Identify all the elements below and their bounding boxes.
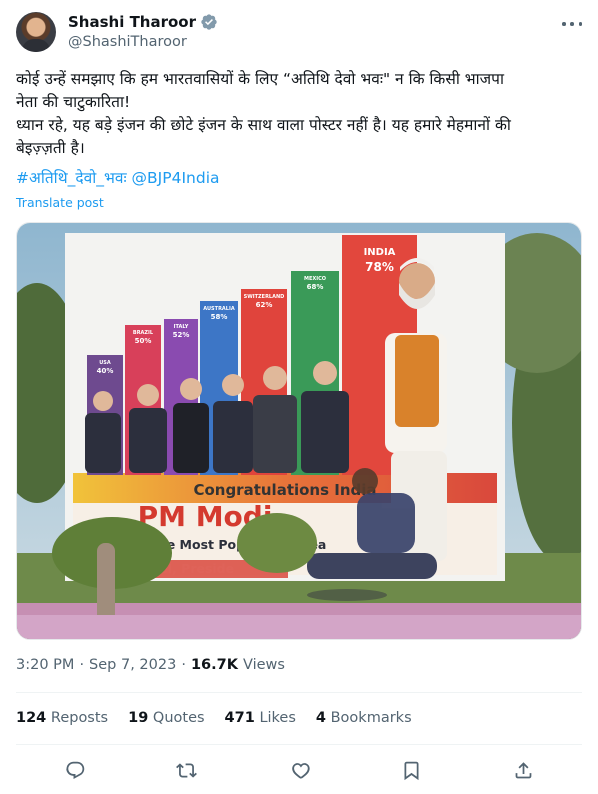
views-label: Views xyxy=(242,657,285,673)
verified-badge-icon xyxy=(201,14,217,30)
poster-bar-country-label: AUSTRALIA xyxy=(203,306,235,312)
views-count: 16.7K xyxy=(190,657,238,673)
tweet-date[interactable]: Sep 7, 2023 xyxy=(89,657,176,673)
poster-bar-country-label: MEXICO xyxy=(304,276,326,282)
reply-icon[interactable] xyxy=(62,757,88,783)
tweet-text: कोई उन्हें समझाए कि हम भारतवासियों के लि… xyxy=(16,70,511,157)
bookmarks-count: 4 xyxy=(315,710,326,726)
author-name-row: Shashi Tharoor xyxy=(68,13,218,31)
share-icon[interactable] xyxy=(510,757,536,783)
tweet-meta: 3:20 PM · Sep 7, 2023 · 16.7K Views xyxy=(16,657,285,673)
poster-bar-country-label: USA xyxy=(99,360,111,366)
author-avatar[interactable] xyxy=(16,12,56,52)
poster-photo: USA40% BRAZIL50% ITALY52% AUSTRALIA58% SWITZ… xyxy=(17,223,581,639)
reposts-stat[interactable]: 124 Reposts xyxy=(16,710,108,726)
bookmarks-label: Bookmarks xyxy=(330,710,412,726)
poster-bar-value-label: 50% xyxy=(135,337,152,345)
action-bar xyxy=(16,757,582,787)
poster-bar-country-label: INDIA xyxy=(364,247,396,258)
poster-text-line-1: Congratulations India xyxy=(193,481,376,499)
poster-bar-value-label: 52% xyxy=(173,331,190,339)
divider xyxy=(16,692,582,693)
bookmark-icon[interactable] xyxy=(398,757,424,783)
tweet-time[interactable]: 3:20 PM xyxy=(16,657,74,673)
poster-bar-value-label: 68% xyxy=(307,283,324,291)
likes-count: 471 xyxy=(224,710,255,726)
author-handle[interactable]: @ShashiTharoor xyxy=(68,34,187,50)
tweet-header: Shashi Tharoor @ShashiTharoor xyxy=(16,12,582,56)
engagement-stats: 124 Reposts 19 Quotes 471 Likes 4 Bookma… xyxy=(16,710,412,726)
poster-bar-value-label: 40% xyxy=(97,367,114,375)
poster-bar-value-label: 62% xyxy=(256,301,273,309)
author-name[interactable]: Shashi Tharoor xyxy=(68,13,196,31)
mention-link[interactable]: @BJP4India xyxy=(132,169,220,187)
translate-post-link[interactable]: Translate post xyxy=(16,195,104,210)
reposts-count: 124 xyxy=(16,710,47,726)
likes-stat[interactable]: 471 Likes xyxy=(225,710,296,726)
quotes-label: Quotes xyxy=(152,710,205,726)
quotes-count: 19 xyxy=(128,710,149,726)
tweet: Shashi Tharoor @ShashiTharoor कोई उन्हें… xyxy=(0,0,598,794)
poster-bar-country-label: SWITZERLAND xyxy=(244,294,285,300)
tweet-tags: #अतिथि_देवो_भवः @BJP4India xyxy=(16,167,220,190)
poster-bar-country-label: BRAZIL xyxy=(133,330,154,336)
repost-icon[interactable] xyxy=(173,757,199,783)
like-icon[interactable] xyxy=(287,757,313,783)
divider xyxy=(16,744,582,745)
quotes-stat[interactable]: 19 Quotes xyxy=(128,710,204,726)
reposts-label: Reposts xyxy=(50,710,109,726)
likes-label: Likes xyxy=(259,710,296,726)
poster-bar-country-label: ITALY xyxy=(174,324,189,330)
bookmarks-stat[interactable]: 4 Bookmarks xyxy=(316,710,412,726)
tweet-photo[interactable]: USA 40% BRAZIL 50% ITALY 52% AUSTRALIA 58% SWITZ… xyxy=(16,222,582,640)
meta-separator: · xyxy=(79,657,85,673)
more-icon[interactable] xyxy=(562,16,582,32)
meta-separator: · xyxy=(181,657,186,673)
poster-bar-value-label: 78% xyxy=(365,260,394,274)
poster-bar-value-label: 58% xyxy=(211,313,228,321)
hashtag-link[interactable]: #अतिथि_देवो_भवः xyxy=(16,169,127,187)
